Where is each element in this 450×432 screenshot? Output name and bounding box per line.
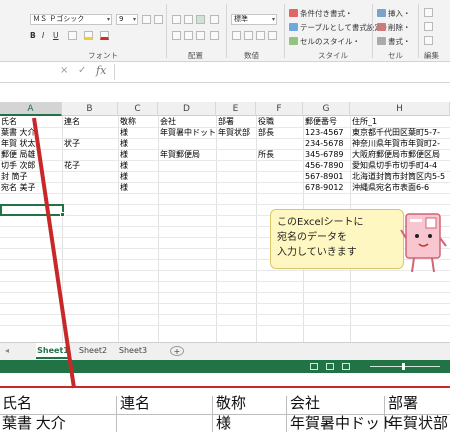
annotation-pointer-line: [32, 117, 76, 389]
